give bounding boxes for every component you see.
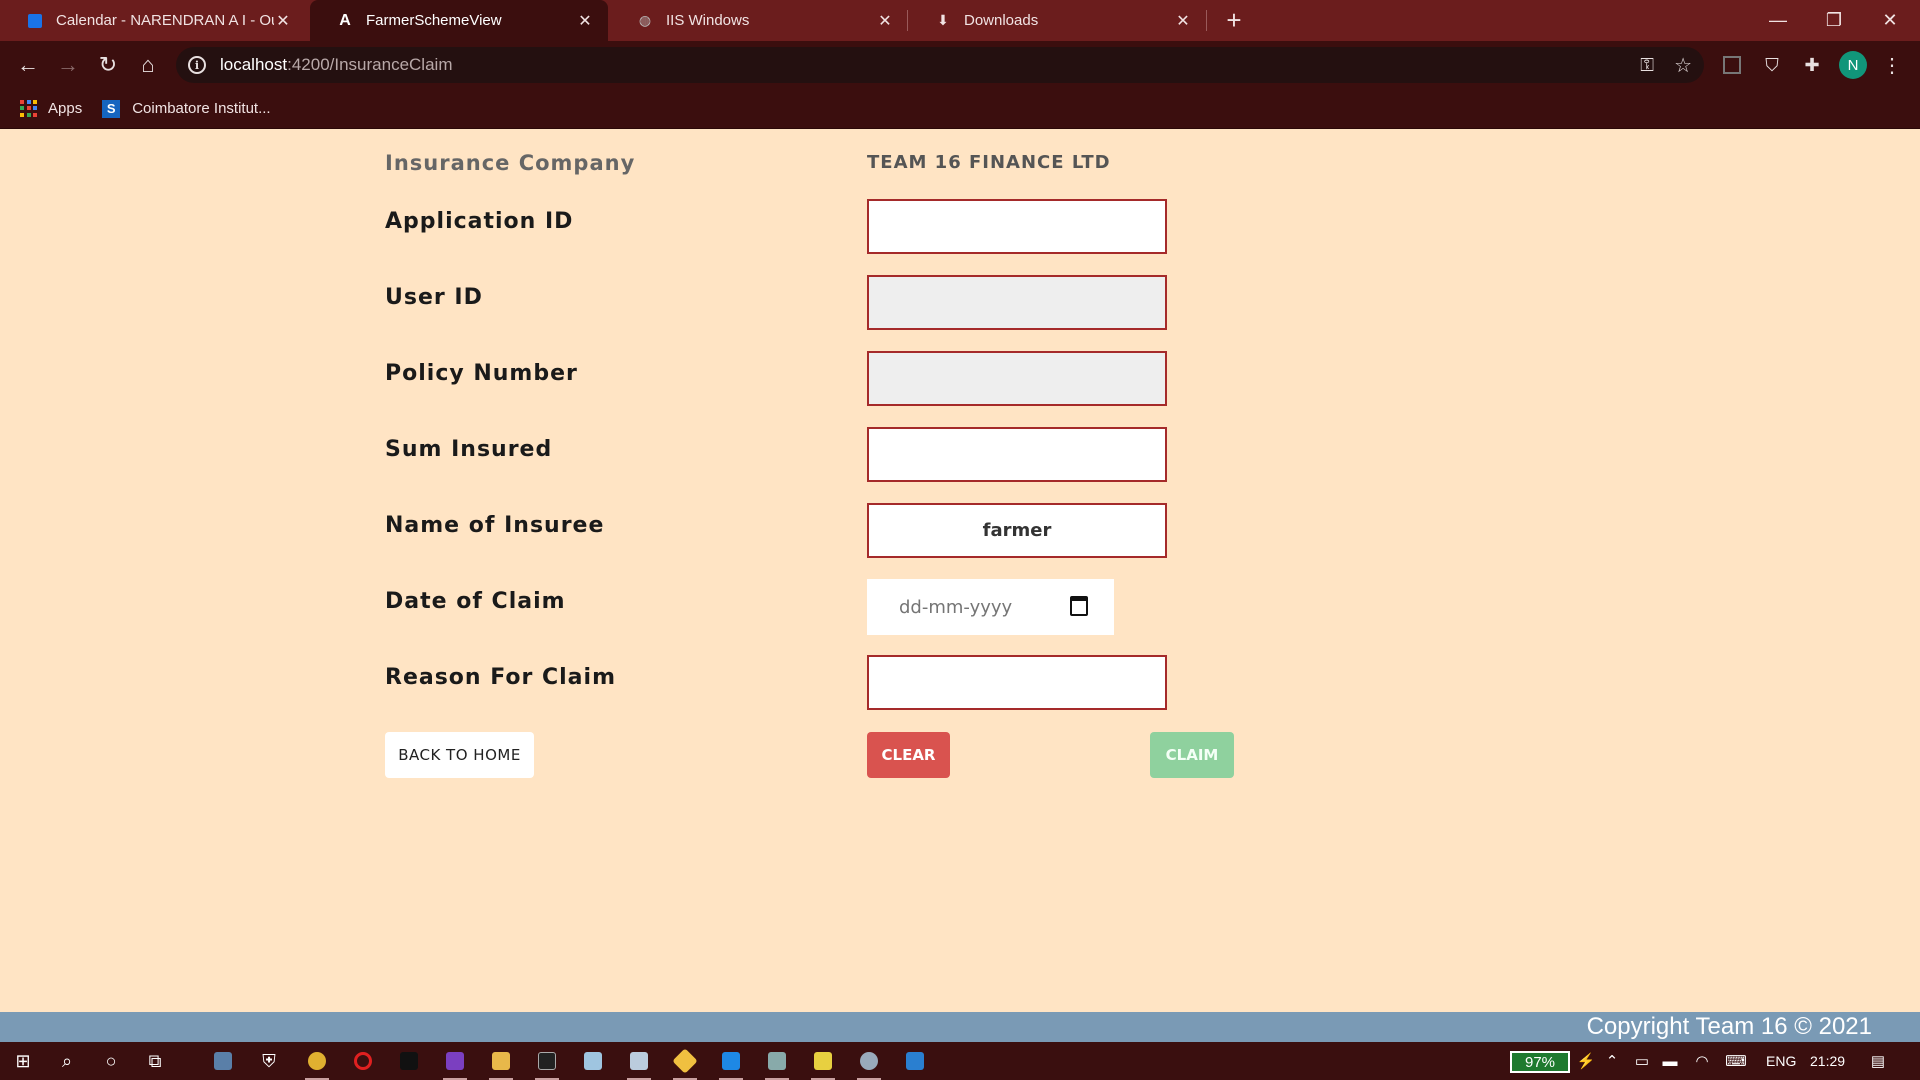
windows-taskbar: ⊞ ⌕ ○ ⧉ ⛨ 97% ⚡ ⌃ ▭ ▬ ◠ ⌨ ENG 21:29 ▤: [0, 1042, 1920, 1080]
settings-app-icon[interactable]: [854, 1047, 884, 1080]
camera-app-icon[interactable]: [208, 1047, 238, 1075]
close-icon[interactable]: ✕: [876, 11, 894, 31]
download-icon: ⬇: [937, 12, 949, 28]
tab-calendar[interactable]: Calendar - NARENDRAN A I - Ou ✕: [0, 0, 306, 41]
apps-grid-icon: [20, 99, 38, 118]
name-of-insuree-input[interactable]: [867, 503, 1167, 558]
battery-icon[interactable]: ▬: [1660, 1051, 1680, 1071]
browser-tab-strip: Calendar - NARENDRAN A I - Ou ✕ A Farmer…: [0, 0, 1920, 41]
calendar-icon[interactable]: [1070, 596, 1088, 616]
new-tab-button[interactable]: +: [1220, 0, 1248, 41]
browser-toolbar: ← → ↻ ⌂ i localhost:4200/InsuranceClaim …: [0, 41, 1920, 89]
restore-button[interactable]: ❐: [1806, 0, 1862, 41]
reason-for-claim-label: Reason For Claim: [385, 665, 616, 690]
key-icon[interactable]: ⚿: [1640, 55, 1654, 76]
outlook-icon: [26, 12, 44, 30]
file-explorer-app-icon[interactable]: [486, 1047, 516, 1080]
url-text: localhost:4200/InsuranceClaim: [220, 55, 453, 74]
close-icon[interactable]: ✕: [1174, 11, 1192, 31]
puzzle-icon[interactable]: ✚: [1800, 53, 1824, 77]
name-of-insuree-label: Name of Insuree: [385, 513, 605, 538]
chevron-up-icon[interactable]: ⌃: [1602, 1051, 1622, 1071]
reload-icon[interactable]: ↻: [92, 49, 124, 81]
back-to-home-button[interactable]: BACK TO HOME: [385, 732, 534, 778]
terminal-app-icon[interactable]: [394, 1047, 424, 1075]
tab-downloads[interactable]: ⬇ Downloads ✕: [908, 0, 1206, 41]
sum-insured-label: Sum Insured: [385, 437, 553, 462]
reason-for-claim-input[interactable]: [867, 655, 1167, 710]
cortana-icon[interactable]: ○: [96, 1047, 126, 1075]
tab-title: Downloads: [964, 12, 1039, 29]
policy-number-label: Policy Number: [385, 361, 578, 386]
bookmarks-bar: Apps S Coimbatore Institut...: [0, 89, 1920, 129]
tab-divider: [1206, 10, 1207, 31]
notification-icon[interactable]: ▤: [1868, 1051, 1888, 1071]
device-icon[interactable]: ▭: [1632, 1051, 1652, 1071]
s-logo-icon: S: [102, 99, 121, 118]
iis-manager-app-icon[interactable]: [762, 1047, 792, 1080]
page-footer: Copyright Team 16 © 2021: [0, 1012, 1920, 1042]
user-id-label: User ID: [385, 285, 483, 310]
remote-desktop-app-icon[interactable]: [900, 1047, 930, 1075]
photos-app-icon[interactable]: [624, 1047, 654, 1080]
visual-studio-app-icon[interactable]: [440, 1047, 470, 1080]
wifi-icon[interactable]: ◠: [1692, 1051, 1712, 1071]
menu-icon[interactable]: ⋮: [1882, 51, 1902, 79]
application-id-label: Application ID: [385, 209, 574, 234]
claim-button[interactable]: CLAIM: [1150, 732, 1234, 778]
windows-start-icon[interactable]: ⊞: [8, 1047, 38, 1075]
bookmark-coimbatore[interactable]: S Coimbatore Institut...: [102, 99, 271, 118]
insurance-claim-page: Insurance Company TEAM 16 FINANCE LTD Ap…: [0, 129, 1920, 1012]
user-id-input[interactable]: [867, 275, 1167, 330]
minimize-button[interactable]: —: [1750, 0, 1806, 41]
battery-indicator[interactable]: 97%: [1510, 1051, 1570, 1073]
keyboard-icon[interactable]: ⌨: [1725, 1051, 1747, 1071]
address-bar[interactable]: i localhost:4200/InsuranceClaim ⚿ ☆: [176, 47, 1704, 83]
app-icon[interactable]: [578, 1047, 608, 1075]
sum-insured-input[interactable]: [867, 427, 1167, 482]
date-placeholder: dd-mm-yyyy: [899, 596, 1013, 618]
tab-farmerschemeview[interactable]: A FarmerSchemeView ✕: [310, 0, 608, 41]
home-icon[interactable]: ⌂: [132, 49, 164, 81]
date-of-claim-label: Date of Claim: [385, 589, 566, 614]
back-icon[interactable]: ←: [12, 49, 44, 81]
tab-title: IIS Windows: [666, 12, 750, 29]
tab-title: Calendar - NARENDRAN A I - Ou: [56, 12, 274, 29]
chrome-app-icon[interactable]: [302, 1047, 332, 1080]
globe-icon: ◍: [638, 12, 652, 28]
security-app-icon[interactable]: ⛨: [254, 1047, 284, 1075]
date-of-claim-input[interactable]: dd-mm-yyyy: [867, 579, 1114, 635]
sticky-notes-app-icon[interactable]: [808, 1047, 838, 1080]
bookmark-apps[interactable]: Apps: [20, 99, 83, 118]
bookmark-label: Coimbatore Institut...: [132, 100, 271, 117]
language-indicator[interactable]: ENG: [1766, 1042, 1796, 1080]
site-info-icon[interactable]: i: [188, 56, 206, 74]
vscode-app-icon[interactable]: [716, 1047, 746, 1080]
tab-iis-windows[interactable]: ◍ IIS Windows ✕: [610, 0, 908, 41]
bookmark-star-icon[interactable]: ☆: [1674, 53, 1692, 78]
tab-title: FarmerSchemeView: [366, 12, 502, 29]
company-label: Insurance Company: [385, 151, 636, 175]
extension-icon[interactable]: [1720, 53, 1744, 77]
bookmark-label: Apps: [48, 100, 83, 117]
forward-icon[interactable]: →: [52, 49, 84, 81]
task-view-icon[interactable]: ⧉: [140, 1047, 170, 1075]
application-id-input[interactable]: [867, 199, 1167, 254]
pocket-icon[interactable]: ⛉: [1760, 53, 1784, 77]
power-plug-icon[interactable]: ⚡: [1576, 1051, 1596, 1071]
close-icon[interactable]: ✕: [576, 11, 594, 31]
clear-button[interactable]: CLEAR: [867, 732, 950, 778]
opera-app-icon[interactable]: [348, 1047, 378, 1075]
close-window-button[interactable]: ✕: [1862, 0, 1918, 41]
policy-number-input[interactable]: [867, 351, 1167, 406]
angular-icon: A: [339, 11, 351, 29]
clock[interactable]: 21:29: [1810, 1042, 1845, 1080]
command-prompt-app-icon[interactable]: [532, 1047, 562, 1080]
avatar[interactable]: N: [1839, 51, 1867, 79]
search-icon[interactable]: ⌕: [52, 1047, 82, 1075]
company-value: TEAM 16 FINANCE LTD: [867, 152, 1111, 173]
git-app-icon[interactable]: [670, 1047, 700, 1080]
close-icon[interactable]: ✕: [274, 11, 292, 31]
